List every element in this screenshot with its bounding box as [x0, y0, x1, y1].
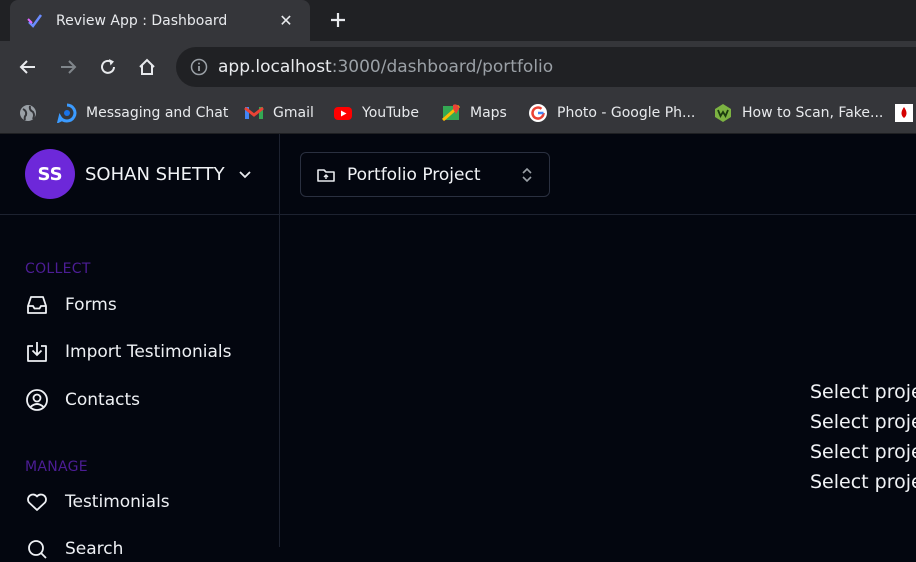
bookmark-label: YouTube — [362, 105, 419, 121]
bookmark-label: How to Scan, Fake... — [742, 105, 884, 121]
sidebar-item-import-testimonials[interactable]: Import Testimonials — [25, 339, 231, 365]
google-icon — [528, 103, 548, 123]
project-selector[interactable]: Portfolio Project — [300, 152, 550, 197]
gmail-icon — [244, 103, 264, 123]
select-project-text: Select project — [810, 411, 916, 433]
reload-icon[interactable] — [96, 55, 120, 79]
bookmark-overflow[interactable] — [894, 102, 916, 124]
sidebar-item-label: Testimonials — [65, 492, 170, 512]
bookmark-maps[interactable]: Maps — [441, 102, 507, 124]
tab-close-icon[interactable]: ✕ — [276, 11, 296, 30]
bookmark-youtube[interactable]: YouTube — [333, 102, 419, 124]
forward-arrow-icon[interactable] — [56, 55, 80, 79]
sidebar-item-contacts[interactable]: Contacts — [25, 387, 140, 413]
sidebar-item-search[interactable]: Search — [25, 536, 123, 562]
bookmark-how-to-scan[interactable]: How to Scan, Fake... — [713, 102, 883, 124]
sidebar-divider — [279, 134, 280, 547]
site-info-icon[interactable] — [190, 58, 208, 76]
url-text: app.localhost:3000/dashboard/portfolio — [218, 57, 553, 77]
browser-toolbar: app.localhost:3000/dashboard/portfolio — [0, 41, 916, 93]
url-path: :3000/dashboard/portfolio — [331, 57, 554, 77]
main-placeholder-list: Select project Select project Select pro… — [810, 377, 916, 497]
chevron-down-icon — [237, 166, 253, 182]
bookmark-label: Messaging and Chat — [86, 105, 229, 121]
chat-icon — [57, 103, 77, 123]
bookmark-messaging[interactable]: Messaging and Chat — [57, 102, 228, 124]
search-icon — [25, 537, 49, 561]
sidebar-item-testimonials[interactable]: Testimonials — [25, 489, 170, 515]
import-icon — [25, 340, 49, 364]
w-logo-icon — [713, 103, 733, 123]
avatar: SS — [25, 149, 75, 199]
globe-icon — [18, 103, 38, 123]
folder-icon — [316, 165, 336, 185]
browser-tab[interactable]: Review App : Dashboard ✕ — [10, 0, 310, 41]
address-bar[interactable]: app.localhost:3000/dashboard/portfolio — [176, 47, 916, 87]
select-project-text: Select project — [810, 471, 916, 493]
user-name: SOHAN SHETTY — [85, 163, 225, 185]
app-favicon-icon — [26, 12, 44, 30]
sidebar-item-label: Forms — [65, 295, 117, 315]
blood-drop-icon — [894, 103, 914, 123]
chevron-up-down-icon — [519, 165, 535, 185]
user-circle-icon — [25, 388, 49, 412]
bookmark-label: Gmail — [273, 105, 314, 121]
sidebar-item-label: Search — [65, 539, 124, 559]
bookmark-label: Maps — [470, 105, 507, 121]
select-project-text: Select project — [810, 381, 916, 403]
sidebar-item-forms[interactable]: Forms — [25, 292, 117, 318]
new-tab-icon[interactable] — [325, 8, 351, 32]
maps-icon — [441, 103, 461, 123]
back-arrow-icon[interactable] — [16, 55, 40, 79]
youtube-icon — [333, 103, 353, 123]
sidebar-item-label: Import Testimonials — [65, 342, 232, 362]
bookmark-google-photos[interactable]: Photo - Google Ph... — [528, 102, 695, 124]
project-label: Portfolio Project — [347, 164, 481, 185]
url-host: app.localhost — [218, 57, 332, 77]
bookmarks-bar: Messaging and Chat Gmail YouTube Maps Ph… — [0, 93, 916, 134]
browser-tabstrip: Review App : Dashboard ✕ — [0, 0, 916, 41]
heart-icon — [25, 490, 49, 514]
select-project-text: Select project — [810, 441, 916, 463]
home-icon[interactable] — [135, 55, 159, 79]
bookmark-label: Photo - Google Ph... — [557, 105, 696, 121]
tab-title: Review App : Dashboard — [56, 12, 228, 29]
inbox-icon — [25, 293, 49, 317]
section-label-collect: COLLECT — [25, 261, 91, 277]
user-menu[interactable]: SS SOHAN SHETTY — [25, 149, 253, 199]
bookmark-gmail[interactable]: Gmail — [244, 102, 314, 124]
sidebar-item-label: Contacts — [65, 390, 140, 410]
bookmark-apps[interactable] — [18, 102, 47, 124]
section-label-manage: MANAGE — [25, 459, 88, 475]
